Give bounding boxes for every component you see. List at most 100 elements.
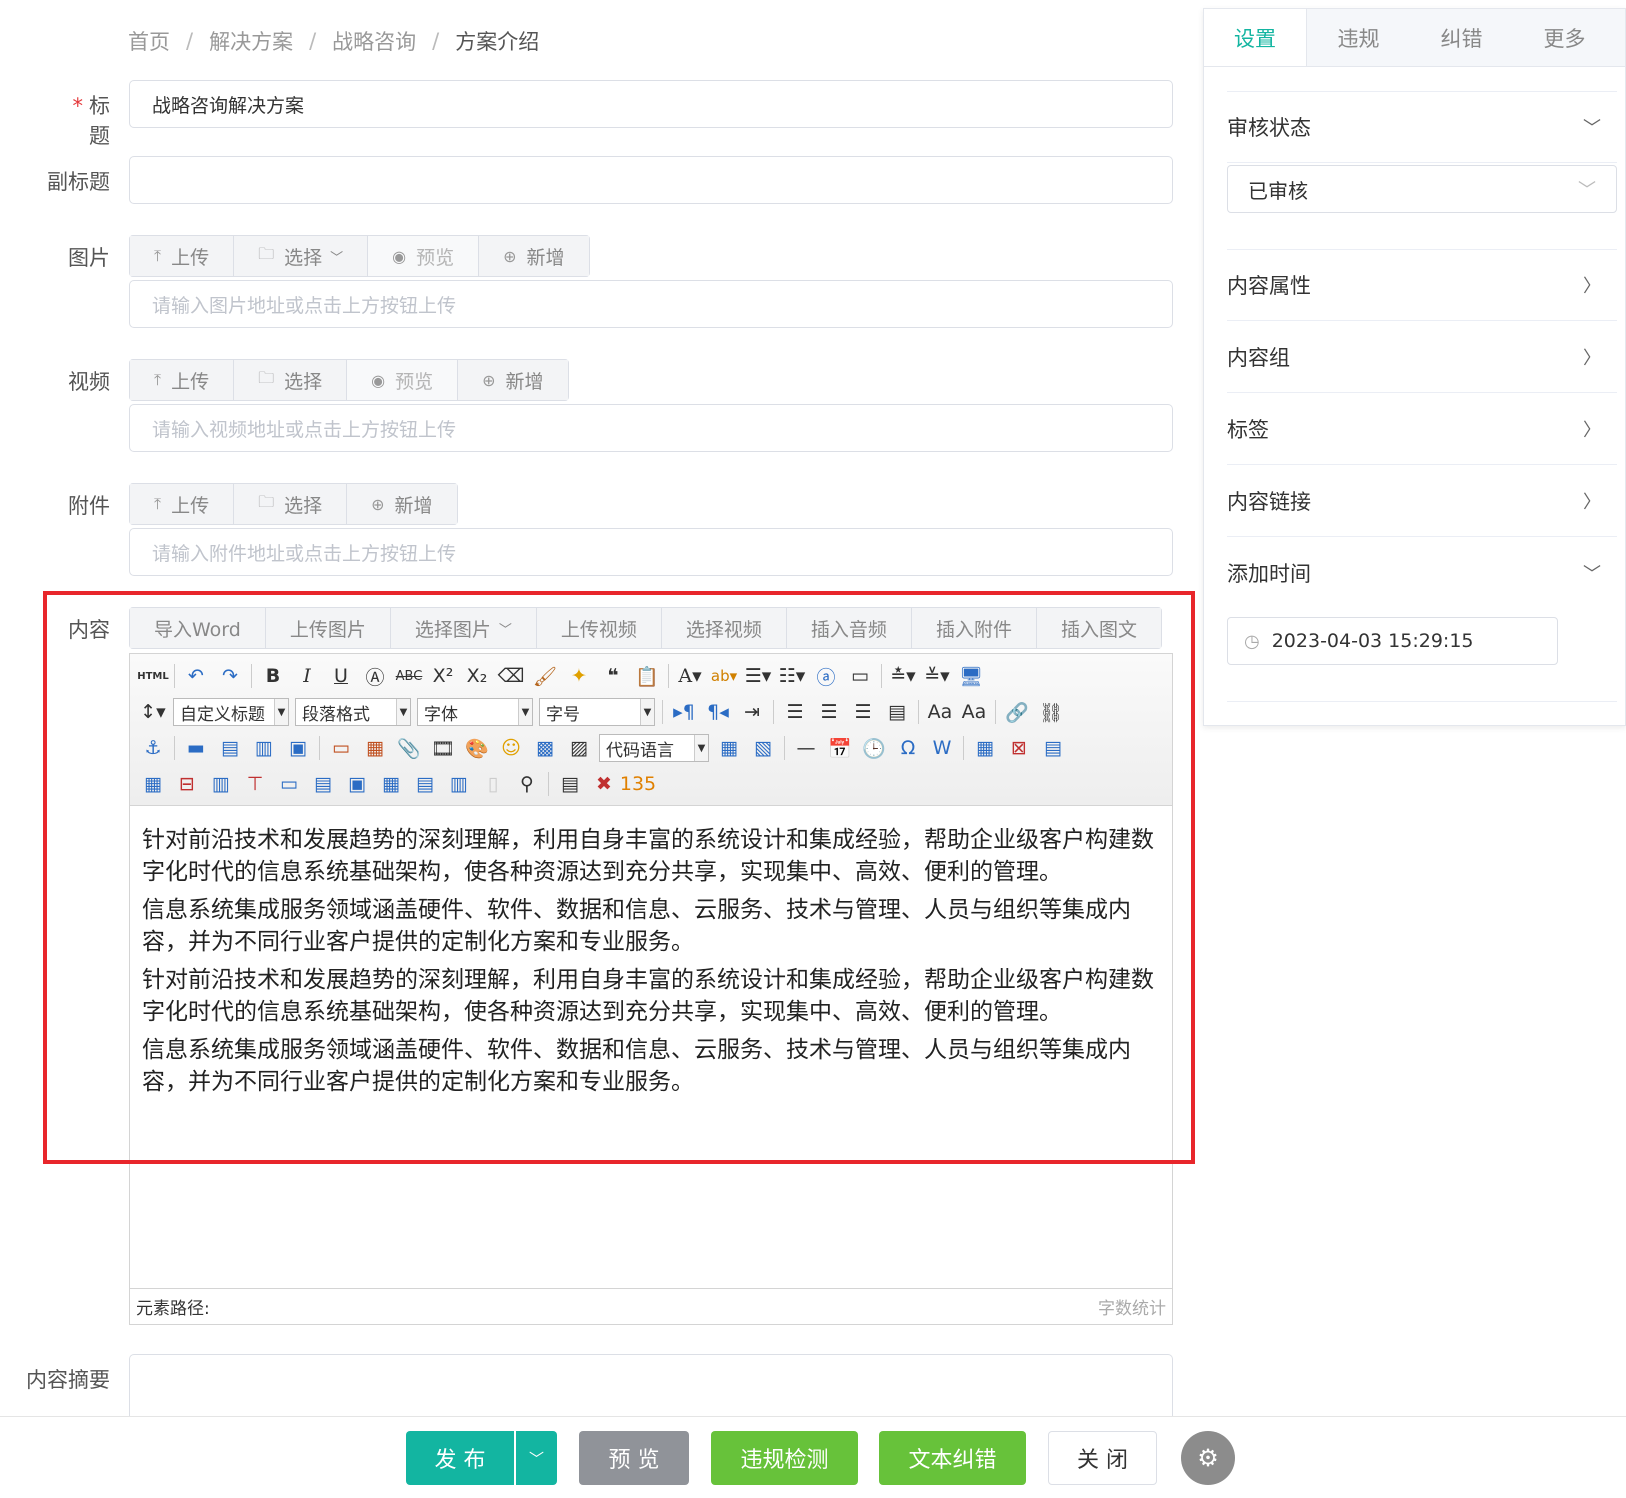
align-right-icon[interactable]: ☰: [846, 697, 880, 727]
clear-doc-icon[interactable]: ▭: [843, 661, 877, 691]
page-break-icon[interactable]: ▦: [712, 733, 746, 763]
publish-dropdown-button[interactable]: ﹀: [515, 1431, 557, 1485]
insert-attachment-button[interactable]: 插入附件: [911, 608, 1037, 648]
image-center-icon[interactable]: ▣: [281, 733, 315, 763]
bold-icon[interactable]: B: [256, 661, 290, 691]
map-icon[interactable]: ▩: [528, 733, 562, 763]
breadcrumb-strategy[interactable]: 战略咨询: [332, 26, 416, 56]
template-icon[interactable]: ▨: [562, 733, 596, 763]
video-preview-button[interactable]: ◉ 预览: [347, 360, 459, 400]
video-icon[interactable]: 🎞: [426, 733, 460, 763]
line-height-icon[interactable]: ↕▾: [136, 697, 170, 727]
custom-heading-select[interactable]: 自定义标题 ▼: [173, 698, 289, 726]
italic-icon[interactable]: I: [290, 661, 324, 691]
split-cols-icon[interactable]: ▥: [442, 769, 476, 799]
unordered-list-icon[interactable]: ☷▾: [775, 661, 809, 691]
content-group-item[interactable]: 内容组〉: [1227, 321, 1617, 393]
merge-down-icon[interactable]: ▣: [340, 769, 374, 799]
background-icon[interactable]: ▧: [746, 733, 780, 763]
review-status-header[interactable]: 审核状态 ﹀: [1227, 91, 1617, 163]
font-size-select[interactable]: 字号 ▼: [539, 698, 655, 726]
delete-table-icon[interactable]: ⊠: [1002, 733, 1036, 763]
content-link-item[interactable]: 内容链接〉: [1227, 465, 1617, 537]
image-none-icon[interactable]: ▬: [179, 733, 213, 763]
attach-url-input[interactable]: 请输入附件地址或点击上方按钮上传: [129, 528, 1173, 576]
delete-row-icon[interactable]: ⊟: [170, 769, 204, 799]
add-time-header[interactable]: 添加时间 ﹀: [1227, 537, 1617, 609]
video-add-button[interactable]: ⊕ 新增: [458, 360, 568, 400]
attach-add-button[interactable]: ⊕ 新增: [347, 484, 457, 524]
gear-icon[interactable]: ⚙: [1181, 1431, 1235, 1485]
breadcrumb-solutions[interactable]: 解决方案: [209, 26, 293, 56]
font-color-icon[interactable]: A▾: [673, 661, 707, 691]
image-preview-button[interactable]: ◉ 预览: [368, 236, 480, 276]
text-correct-button[interactable]: 文本纠错: [879, 1431, 1026, 1485]
attachment-icon[interactable]: 📎: [392, 733, 426, 763]
undo-icon[interactable]: ↶: [179, 661, 213, 691]
paragraph-format-select[interactable]: 段落格式 ▼: [295, 698, 411, 726]
code-language-select[interactable]: 代码语言 ▼: [599, 734, 709, 762]
insert-table-icon[interactable]: ▦: [968, 733, 1002, 763]
import-word-button[interactable]: 导入Word: [130, 608, 266, 648]
superscript-icon[interactable]: X²: [426, 661, 460, 691]
tags-item[interactable]: 标签〉: [1227, 393, 1617, 465]
xiumi-icon[interactable]: ✖: [587, 769, 621, 799]
merge-right-icon[interactable]: ▤: [306, 769, 340, 799]
attach-upload-button[interactable]: ⤒ 上传: [130, 484, 235, 524]
video-upload-button[interactable]: ⤒ 上传: [130, 360, 235, 400]
image-select-button[interactable]: 🗀 选择 ﹀: [234, 236, 369, 276]
image-left-icon[interactable]: ▤: [213, 733, 247, 763]
upload-image-button[interactable]: 上传图片: [265, 608, 391, 648]
attach-select-button[interactable]: 🗀 选择: [234, 484, 348, 524]
select-video-button[interactable]: 选择视频: [661, 608, 787, 648]
lowercase-icon[interactable]: Aa: [957, 697, 991, 727]
indent-icon[interactable]: ⇥: [735, 697, 769, 727]
close-button[interactable]: 关 闭: [1048, 1431, 1157, 1485]
font-border-icon[interactable]: Ⓐ: [358, 661, 392, 691]
align-left-icon[interactable]: ☰: [778, 697, 812, 727]
insert-image-icon[interactable]: ▭: [324, 733, 358, 763]
subscript-icon[interactable]: X₂: [460, 661, 494, 691]
title-input[interactable]: 战略咨询解决方案: [129, 80, 1173, 128]
image-add-button[interactable]: ⊕ 新增: [479, 236, 589, 276]
rtl-icon[interactable]: ¶◂: [701, 697, 735, 727]
fullscreen-icon[interactable]: 🖥: [954, 661, 988, 691]
135-editor-icon[interactable]: 135: [620, 769, 656, 799]
row-spacing-bottom-icon[interactable]: ≚▾: [920, 661, 954, 691]
image-url-input[interactable]: 请输入图片地址或点击上方按钮上传: [129, 280, 1173, 328]
strikethrough-icon[interactable]: ABC: [392, 661, 426, 691]
align-center-icon[interactable]: ☰: [812, 697, 846, 727]
time-icon[interactable]: 🕒: [857, 733, 891, 763]
uppercase-icon[interactable]: Aa: [923, 697, 957, 727]
date-icon[interactable]: 📅: [823, 733, 857, 763]
split-rows-icon[interactable]: ▤: [408, 769, 442, 799]
tab-violation[interactable]: 违规: [1307, 9, 1410, 66]
ltr-icon[interactable]: ▸¶: [667, 697, 701, 727]
summary-input[interactable]: [129, 1354, 1173, 1416]
content-props-item[interactable]: 内容属性〉: [1227, 249, 1617, 321]
image-right-icon[interactable]: ▥: [247, 733, 281, 763]
word-image-icon[interactable]: W: [925, 733, 959, 763]
auto-format-icon[interactable]: ✦: [562, 661, 596, 691]
add-time-input[interactable]: ◷ 2023-04-03 15:29:15: [1227, 617, 1558, 665]
insert-row-icon[interactable]: ▦: [136, 769, 170, 799]
select-all-icon[interactable]: ⓐ: [809, 661, 843, 691]
tab-settings[interactable]: 设置: [1204, 9, 1307, 66]
search-replace-icon[interactable]: ⚲: [510, 769, 544, 799]
align-justify-icon[interactable]: ▤: [880, 697, 914, 727]
row-spacing-top-icon[interactable]: ≛▾: [886, 661, 920, 691]
tab-correction[interactable]: 纠错: [1410, 9, 1513, 66]
highlight-color-icon[interactable]: ab▾: [707, 661, 741, 691]
redo-icon[interactable]: ↷: [213, 661, 247, 691]
underline-icon[interactable]: U: [324, 661, 358, 691]
select-image-button[interactable]: 选择图片 ﹀: [390, 608, 537, 648]
horizontal-rule-icon[interactable]: —: [789, 733, 823, 763]
image-upload-button[interactable]: ⤒ 上传: [130, 236, 235, 276]
merge-cells-icon[interactable]: ▭: [272, 769, 306, 799]
eraser-icon[interactable]: ⌫: [494, 661, 528, 691]
delete-col-icon[interactable]: ⊤: [238, 769, 272, 799]
paste-plain-icon[interactable]: 📋: [630, 661, 664, 691]
video-select-button[interactable]: 🗀 选择: [234, 360, 348, 400]
ordered-list-icon[interactable]: ☰▾: [741, 661, 775, 691]
preview-button[interactable]: 预 览: [579, 1431, 689, 1485]
